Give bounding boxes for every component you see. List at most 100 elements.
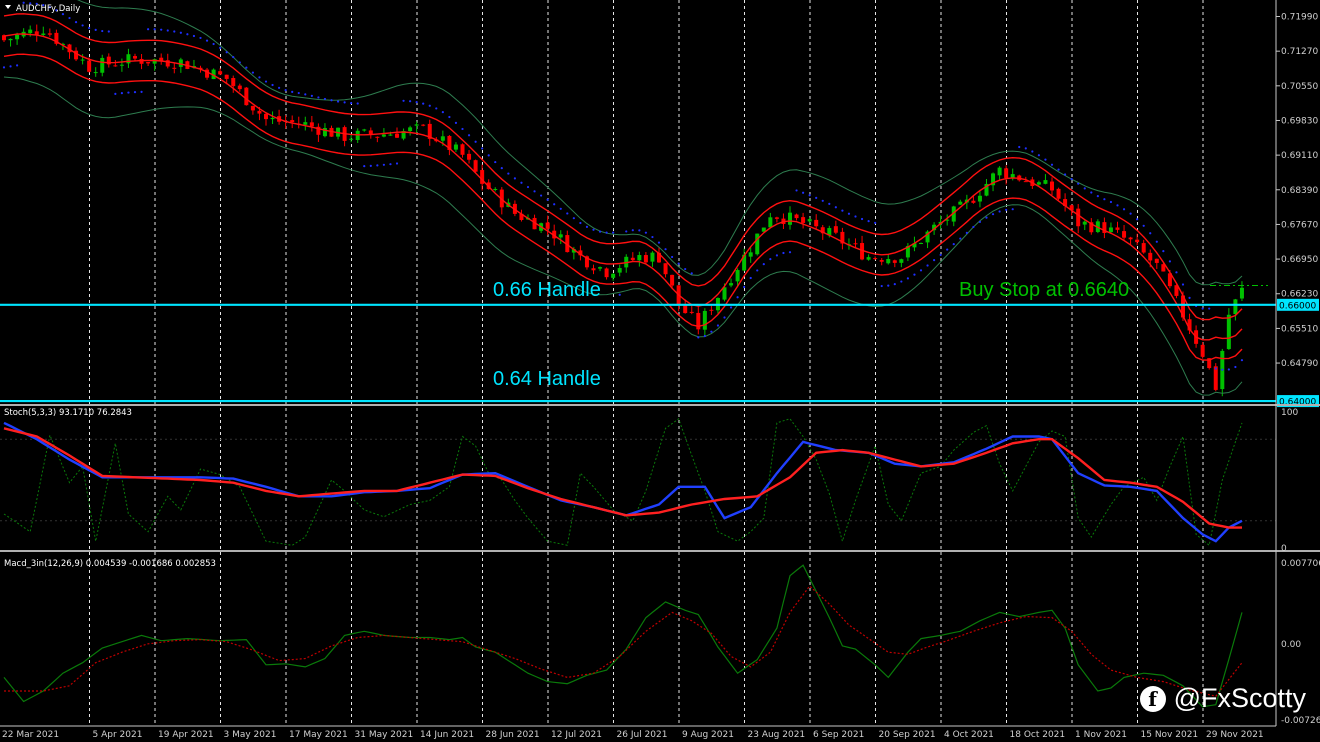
sar-dot xyxy=(127,91,130,94)
sar-dot xyxy=(1109,200,1113,204)
sar-dot xyxy=(245,66,248,69)
sar-dot xyxy=(422,102,425,105)
sar-dot xyxy=(677,262,680,265)
candle-body xyxy=(709,309,714,311)
candle-body xyxy=(1200,344,1205,357)
sar-dot xyxy=(1096,195,1099,198)
sar-dot xyxy=(487,154,490,157)
candle-body xyxy=(853,243,858,245)
sar-dot xyxy=(985,216,988,219)
sar-dot xyxy=(625,230,628,233)
sar-dot xyxy=(428,104,431,107)
sar-dot xyxy=(133,91,137,94)
sar-dot xyxy=(664,248,667,251)
sar-dot xyxy=(657,241,661,244)
x-tick-label: 1 Nov 2021 xyxy=(1075,730,1127,740)
candle-body xyxy=(467,153,472,160)
sar-dot xyxy=(952,243,955,246)
sar-dot xyxy=(507,172,510,175)
sar-dot xyxy=(684,267,687,271)
candle-body xyxy=(977,195,982,202)
panel-separator xyxy=(0,550,1320,552)
sar-dot xyxy=(749,276,752,280)
candle-body xyxy=(362,129,367,131)
sar-dot xyxy=(1064,173,1067,176)
candle-body xyxy=(1154,258,1159,263)
candle-body xyxy=(879,259,884,262)
sar-dot xyxy=(559,207,562,210)
sar-dot xyxy=(513,177,517,180)
x-tick-label: 20 Sep 2021 xyxy=(879,730,936,740)
sar-dot xyxy=(395,162,399,165)
sar-dot xyxy=(566,212,569,215)
sar-dot xyxy=(88,26,91,30)
candle-body xyxy=(237,85,242,90)
sar-dot xyxy=(1050,163,1054,166)
sar-dot xyxy=(1129,212,1132,215)
sar-dot xyxy=(991,213,995,216)
sar-dot xyxy=(120,92,123,95)
sar-dot xyxy=(94,28,97,31)
candle-body xyxy=(807,219,812,222)
sar-dot xyxy=(205,39,209,42)
y-tick-label: 0.66230 xyxy=(1281,290,1318,300)
sar-dot xyxy=(520,181,523,184)
candle-body xyxy=(833,226,838,233)
sar-dot xyxy=(579,221,582,225)
sar-dot xyxy=(998,210,1001,213)
sar-dot xyxy=(258,76,261,79)
sar-dot xyxy=(219,46,222,49)
watermark-text: @FxScotty xyxy=(1173,683,1306,713)
facebook-icon: f xyxy=(1139,685,1166,712)
sar-dot xyxy=(212,42,215,46)
candle-body xyxy=(971,200,976,203)
candle-body xyxy=(224,74,229,79)
sar-dot xyxy=(860,217,864,221)
candle-body xyxy=(139,58,144,64)
sar-dot xyxy=(1005,208,1008,211)
candle-body xyxy=(1239,287,1244,299)
sar-dot xyxy=(605,231,608,234)
sar-dot xyxy=(788,251,792,254)
candle-body xyxy=(119,64,124,66)
sar-dot xyxy=(232,55,235,59)
candle-body xyxy=(1213,366,1218,390)
candle-body xyxy=(643,255,648,263)
sar-dot xyxy=(1175,271,1178,274)
x-tick-label: 3 May 2021 xyxy=(224,730,277,740)
price-label-text: 0.64000 xyxy=(1279,398,1316,408)
sar-dot xyxy=(638,229,641,232)
candle-body xyxy=(617,268,622,273)
sar-dot xyxy=(743,285,746,289)
stoch-y-tick-label: 0 xyxy=(1281,544,1287,554)
sar-dot xyxy=(16,64,19,67)
sar-dot xyxy=(9,65,12,68)
y-tick-label: 0.69110 xyxy=(1281,151,1318,161)
sar-dot xyxy=(330,99,333,102)
candle-body xyxy=(388,134,393,136)
sar-dot xyxy=(101,29,104,33)
sar-dot xyxy=(284,88,287,92)
sar-dot xyxy=(540,194,543,197)
sar-dot xyxy=(402,99,405,102)
price-chart[interactable]: 0.66000 0.64000 0.66 Handle 0.64 Handle Buy … xyxy=(0,0,1320,742)
sar-dot xyxy=(74,21,78,24)
candle-body xyxy=(611,273,616,278)
candle-body xyxy=(591,268,596,271)
sar-dot xyxy=(441,111,444,114)
sar-dot xyxy=(926,264,929,267)
candle-body xyxy=(899,259,904,263)
sar-dot xyxy=(494,160,497,164)
sar-dot xyxy=(160,28,163,31)
candle-body xyxy=(264,113,268,120)
sar-dot xyxy=(723,316,726,319)
sar-dot xyxy=(1024,147,1027,150)
sar-dot xyxy=(350,101,353,105)
sar-dot xyxy=(1136,218,1139,221)
sar-dot xyxy=(238,61,241,64)
watermark: f @FxScotty xyxy=(1139,683,1306,714)
chart-background xyxy=(0,0,1320,742)
x-tick-label: 31 May 2021 xyxy=(355,730,414,740)
sar-dot xyxy=(533,190,536,193)
sar-dot xyxy=(1208,307,1211,310)
